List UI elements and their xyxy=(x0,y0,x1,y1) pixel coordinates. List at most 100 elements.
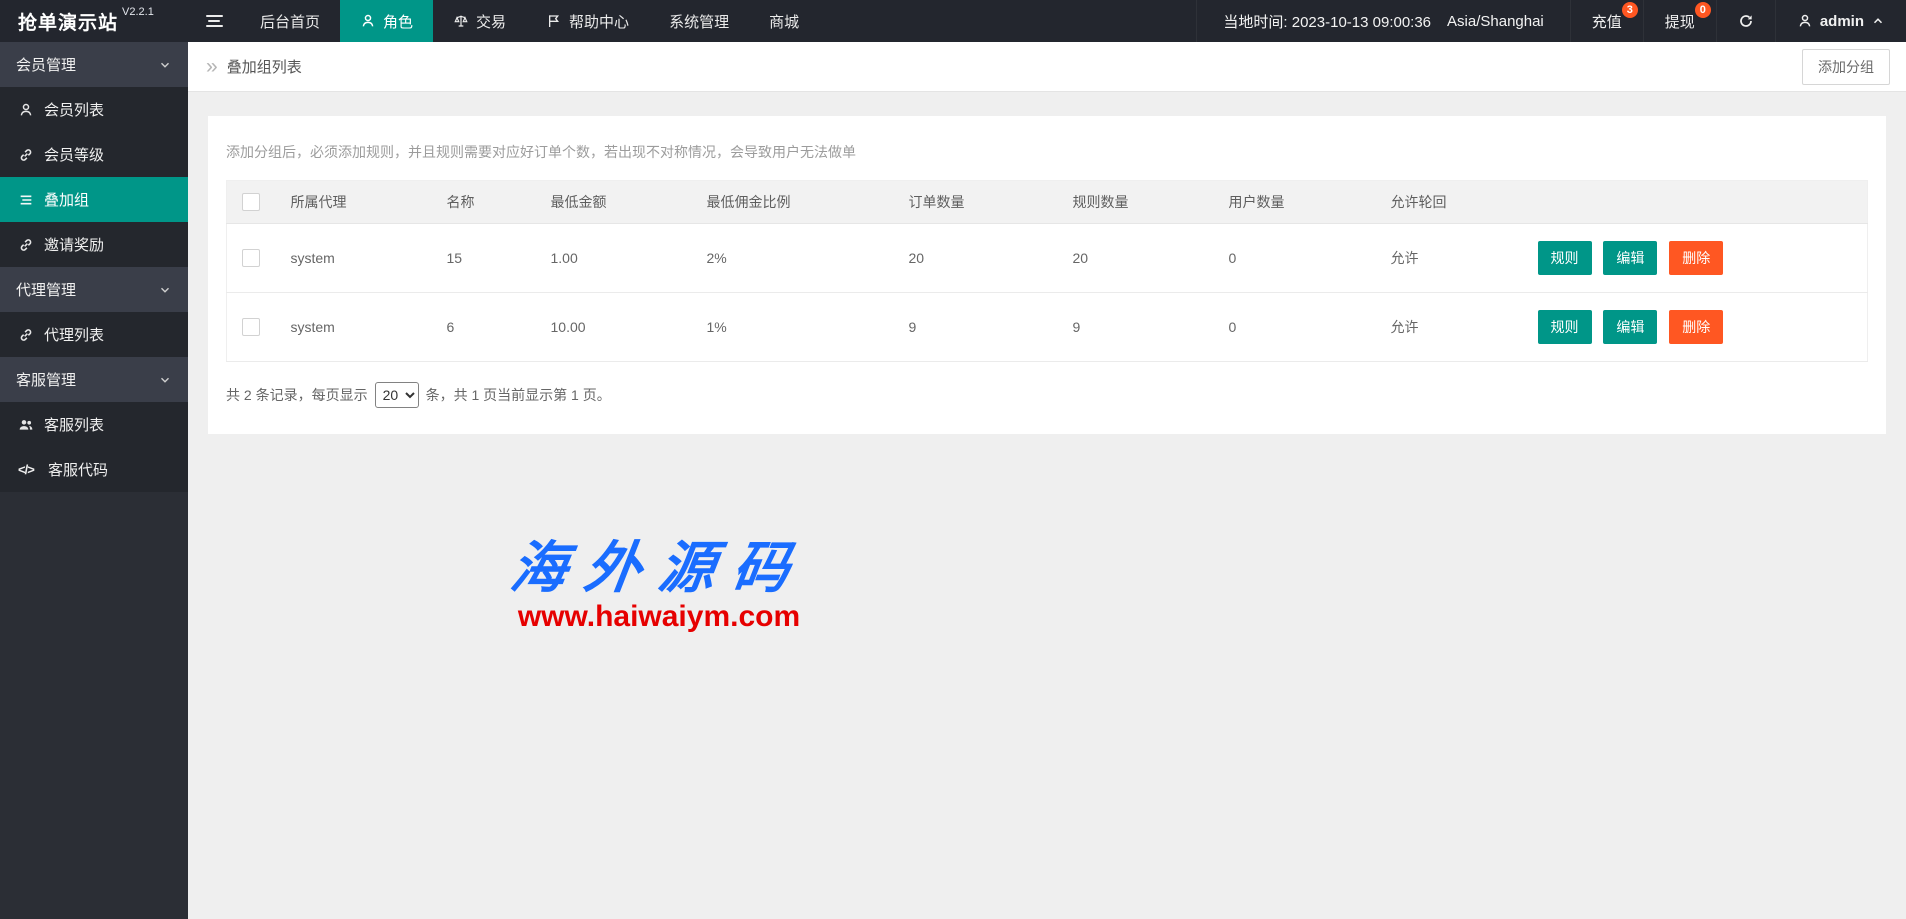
sidebar-section-label: 客服管理 xyxy=(16,369,76,390)
cell-min-commission: 2% xyxy=(692,224,894,293)
tab-label: 后台首页 xyxy=(260,11,320,32)
cell-orders: 9 xyxy=(894,293,1058,362)
breadcrumb-arrow-icon: » xyxy=(206,56,218,77)
rules-button[interactable]: 规则 xyxy=(1538,310,1592,344)
list-icon xyxy=(18,192,34,208)
sidebar-item-label: 邀请奖励 xyxy=(44,234,104,255)
recharge-label: 充值 xyxy=(1592,11,1622,32)
tab-roles[interactable]: 角色 xyxy=(340,0,433,42)
sidebar-item-label: 客服列表 xyxy=(44,414,104,435)
notice-text: 添加分组后，必须添加规则，并且规则需要对应好订单个数，若出现不对称情况，会导致用… xyxy=(226,142,1868,162)
sidebar-item-label: 叠加组 xyxy=(44,189,89,210)
sidebar-item-service-code[interactable]: </> 客服代码 xyxy=(0,447,188,492)
col-min-commission: 最低佣金比例 xyxy=(692,181,894,224)
sidebar-section-label: 会员管理 xyxy=(16,54,76,75)
chevron-down-icon xyxy=(158,283,172,297)
cell-actions: 规则 编辑 删除 xyxy=(1523,224,1868,293)
users-icon xyxy=(18,417,34,433)
cell-name: 15 xyxy=(432,224,536,293)
tab-help-center[interactable]: 帮助中心 xyxy=(526,0,649,42)
link-icon xyxy=(18,237,34,253)
sidebar-item-invite-reward[interactable]: 邀请奖励 xyxy=(0,222,188,267)
scales-icon xyxy=(453,13,469,29)
sidebar-item-member-level[interactable]: 会员等级 xyxy=(0,132,188,177)
app-logo: 抢单演示站 V2.2.1 xyxy=(0,0,188,42)
row-checkbox[interactable] xyxy=(242,249,260,267)
pagination: 共 2 条记录，每页显示 20 条，共 1 页当前显示第 1 页。 xyxy=(226,382,1868,408)
recharge-button[interactable]: 充值 3 xyxy=(1570,0,1643,42)
sidebar-item-label: 代理列表 xyxy=(44,324,104,345)
cell-loop: 允许 xyxy=(1376,293,1523,362)
sidebar-item-service-list[interactable]: 客服列表 xyxy=(0,402,188,447)
delete-button[interactable]: 删除 xyxy=(1669,310,1723,344)
sidebar-item-label: 客服代码 xyxy=(48,459,108,480)
delete-button[interactable]: 删除 xyxy=(1669,241,1723,275)
tab-label: 帮助中心 xyxy=(569,11,629,32)
local-time-label: 当地时间: 2023-10-13 09:00:36 xyxy=(1223,11,1431,32)
timezone-label: Asia/Shanghai xyxy=(1447,13,1544,30)
cell-rules: 20 xyxy=(1058,224,1214,293)
user-icon xyxy=(18,102,34,118)
code-icon: </> xyxy=(18,462,38,477)
cell-loop: 允许 xyxy=(1376,224,1523,293)
admin-name: admin xyxy=(1820,13,1864,30)
row-checkbox[interactable] xyxy=(242,318,260,336)
pagination-suffix: 条，共 1 页当前显示第 1 页。 xyxy=(426,385,611,405)
tab-mall[interactable]: 商城 xyxy=(749,0,819,42)
admin-menu[interactable]: admin xyxy=(1775,0,1906,42)
sidebar-section-service-management[interactable]: 客服管理 xyxy=(0,357,188,402)
edit-button[interactable]: 编辑 xyxy=(1603,310,1657,344)
cell-min-amount: 10.00 xyxy=(536,293,692,362)
user-icon xyxy=(1797,13,1813,29)
topbar: 抢单演示站 V2.2.1 后台首页 角色 交易 xyxy=(0,0,1906,42)
rules-button[interactable]: 规则 xyxy=(1538,241,1592,275)
chevron-down-icon xyxy=(158,373,172,387)
pagination-prefix: 共 2 条记录，每页显示 xyxy=(226,385,368,405)
tab-dashboard[interactable]: 后台首页 xyxy=(240,0,340,42)
table-row: system 15 1.00 2% 20 20 0 允许 规则 编辑 删除 xyxy=(227,224,1868,293)
cell-agent: system xyxy=(276,224,432,293)
refresh-button[interactable] xyxy=(1716,0,1775,42)
page-title: 叠加组列表 xyxy=(227,56,302,77)
sidebar-item-member-list[interactable]: 会员列表 xyxy=(0,87,188,132)
table-header-row: 所属代理 名称 最低金额 最低佣金比例 订单数量 规则数量 用户数量 允许轮回 xyxy=(227,181,1868,224)
tab-label: 角色 xyxy=(383,11,413,32)
sidebar-section-label: 代理管理 xyxy=(16,279,76,300)
topbar-right: 当地时间: 2023-10-13 09:00:36 Asia/Shanghai … xyxy=(1196,0,1906,42)
sidebar-item-agent-list[interactable]: 代理列表 xyxy=(0,312,188,357)
select-all-checkbox[interactable] xyxy=(242,193,260,211)
local-time: 当地时间: 2023-10-13 09:00:36 Asia/Shanghai xyxy=(1196,0,1569,42)
sidebar: 会员管理 会员列表 会员等级 叠加组 邀请奖励 代理管理 代理列表 客服管理 xyxy=(0,42,188,919)
sidebar-item-label: 会员列表 xyxy=(44,99,104,120)
group-list-card: 添加分组后，必须添加规则，并且规则需要对应好订单个数，若出现不对称情况，会导致用… xyxy=(208,116,1886,434)
flag-icon xyxy=(546,13,562,29)
main-area: » 叠加组列表 添加分组 添加分组后，必须添加规则，并且规则需要对应好订单个数，… xyxy=(188,42,1906,919)
sidebar-item-overlay-group[interactable]: 叠加组 xyxy=(0,177,188,222)
group-table: 所属代理 名称 最低金额 最低佣金比例 订单数量 规则数量 用户数量 允许轮回 xyxy=(226,180,1868,362)
page-size-select[interactable]: 20 xyxy=(375,382,419,408)
link-icon xyxy=(18,147,34,163)
link-icon xyxy=(18,327,34,343)
withdraw-label: 提现 xyxy=(1665,11,1695,32)
cell-name: 6 xyxy=(432,293,536,362)
cell-min-amount: 1.00 xyxy=(536,224,692,293)
user-icon xyxy=(360,13,376,29)
tab-label: 商城 xyxy=(769,11,799,32)
col-loop: 允许轮回 xyxy=(1376,181,1523,224)
app-title: 抢单演示站 xyxy=(18,8,118,35)
tab-system[interactable]: 系统管理 xyxy=(649,0,749,42)
col-actions xyxy=(1523,181,1868,224)
cell-agent: system xyxy=(276,293,432,362)
col-rules: 规则数量 xyxy=(1058,181,1214,224)
edit-button[interactable]: 编辑 xyxy=(1603,241,1657,275)
breadcrumb-bar: » 叠加组列表 添加分组 xyxy=(188,42,1906,92)
add-group-button[interactable]: 添加分组 xyxy=(1802,49,1890,85)
withdraw-button[interactable]: 提现 0 xyxy=(1643,0,1716,42)
sidebar-section-agent-management[interactable]: 代理管理 xyxy=(0,267,188,312)
cell-users: 0 xyxy=(1214,224,1376,293)
cell-rules: 9 xyxy=(1058,293,1214,362)
chevron-down-icon xyxy=(158,58,172,72)
menu-spread-icon[interactable] xyxy=(188,0,240,42)
sidebar-section-member-management[interactable]: 会员管理 xyxy=(0,42,188,87)
tab-trade[interactable]: 交易 xyxy=(433,0,526,42)
